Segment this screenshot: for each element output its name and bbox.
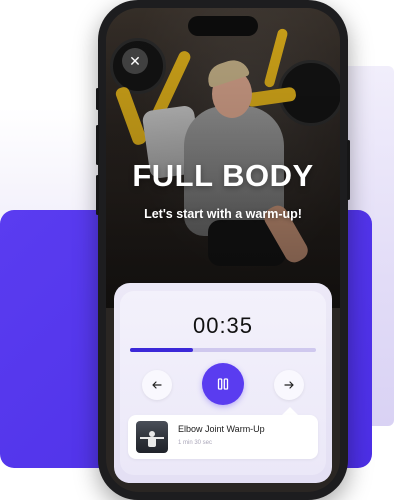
progress-bar-fill bbox=[130, 348, 194, 352]
phone-screen: ✕ FULL BODY Let's start with a warm-up! … bbox=[106, 8, 340, 492]
exercise-thumbnail bbox=[136, 421, 168, 453]
previous-button[interactable] bbox=[142, 370, 172, 400]
phone-volume-up-button bbox=[96, 125, 99, 165]
card-pointer bbox=[282, 407, 298, 415]
phone-volume-down-button bbox=[96, 175, 99, 215]
pause-icon bbox=[217, 378, 229, 390]
workout-subtitle: Let's start with a warm-up! bbox=[144, 207, 302, 221]
timer-display: 00:35 bbox=[192, 313, 254, 338]
phone-power-button bbox=[347, 140, 350, 200]
close-icon: ✕ bbox=[129, 52, 141, 69]
player-panel: 00:35 Elbow Joint Warm-Up 1 min 30 sec bbox=[114, 283, 332, 483]
close-button[interactable]: ✕ bbox=[122, 48, 148, 74]
phone-frame: ✕ FULL BODY Let's start with a warm-up! … bbox=[96, 0, 350, 500]
phone-side-button bbox=[96, 88, 99, 110]
progress-bar[interactable] bbox=[130, 348, 316, 352]
workout-title: FULL BODY bbox=[132, 158, 314, 193]
player-card: 00:35 Elbow Joint Warm-Up 1 min 30 sec bbox=[120, 291, 326, 475]
exercise-name: Elbow Joint Warm-Up bbox=[178, 424, 265, 434]
dynamic-island bbox=[188, 16, 258, 36]
arrow-left-icon bbox=[152, 381, 162, 389]
exercise-duration: 1 min 30 sec bbox=[178, 440, 213, 446]
arrow-right-icon bbox=[284, 381, 294, 389]
exercise-card[interactable]: Elbow Joint Warm-Up 1 min 30 sec bbox=[128, 415, 318, 459]
thumbnail-figure-arms bbox=[140, 437, 164, 439]
pause-button[interactable] bbox=[202, 363, 244, 405]
next-button[interactable] bbox=[274, 370, 304, 400]
